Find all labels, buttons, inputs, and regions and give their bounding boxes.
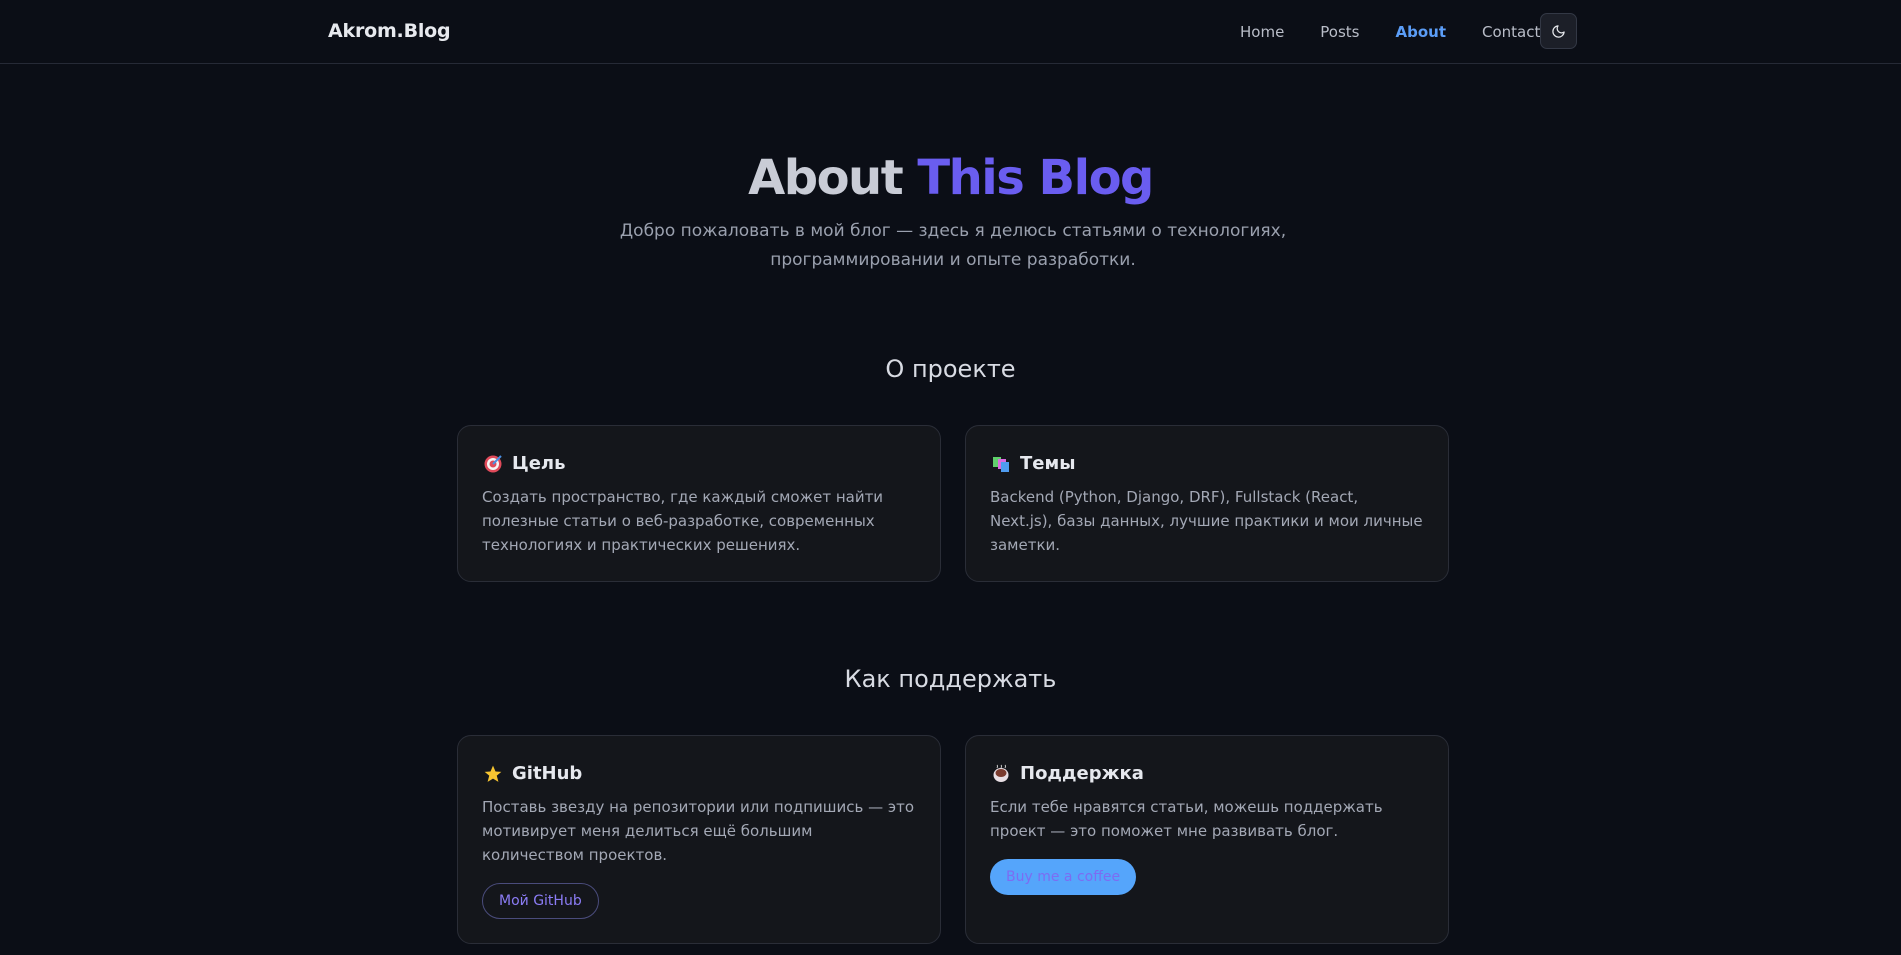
books-icon — [990, 453, 1011, 474]
title-part-this-blog: This Blog — [917, 150, 1154, 206]
coffee-icon — [990, 763, 1011, 784]
card-title: Поддержка — [1020, 763, 1144, 784]
theme-toggle-button[interactable] — [1540, 13, 1577, 49]
main-nav: Home Posts About Contact — [1240, 23, 1576, 41]
moon-icon — [1552, 24, 1565, 38]
card-text: Создать пространство, где каждый сможет … — [482, 488, 884, 554]
target-icon — [482, 453, 503, 474]
section-title-support: Как поддержать — [844, 665, 1057, 693]
card-title: Цель — [512, 453, 566, 474]
brand-logo[interactable]: Akrom.Blog — [328, 20, 451, 42]
page-title: About This Blog — [0, 150, 1901, 206]
buy-coffee-button[interactable]: Buy me a coffee — [990, 859, 1137, 895]
page-subtitle: Добро пожаловать в мой блог — здесь я де… — [619, 221, 1287, 270]
card-topics: Темы Backend (Python, Django, DRF), Full… — [965, 425, 1449, 582]
star-icon — [482, 763, 503, 784]
nav-home[interactable]: Home — [1240, 23, 1284, 41]
nav-about[interactable]: About — [1396, 23, 1447, 41]
card-github: GitHub Поставь звезду на репозитории или… — [457, 735, 941, 944]
nav-posts[interactable]: Posts — [1320, 23, 1359, 41]
card-title: GitHub — [512, 763, 583, 784]
title-part-about: About — [748, 150, 904, 206]
card-goal: Цель Создать пространство, где каждый см… — [457, 425, 941, 582]
section-title-about: О проекте — [885, 355, 1016, 383]
github-button[interactable]: Мой GitHub — [482, 883, 599, 919]
nav-contact[interactable]: Contact — [1482, 23, 1540, 41]
card-text: Backend (Python, Django, DRF), Fullstack… — [990, 488, 1423, 554]
top-navbar: Akrom.Blog Home Posts About Contact — [0, 0, 1901, 64]
card-title: Темы — [1020, 453, 1076, 474]
card-text: Поставь звезду на репозитории или подпиш… — [482, 798, 915, 864]
card-text: Если тебе нравятся статьи, можешь поддер… — [990, 798, 1383, 840]
card-support: Поддержка Если тебе нравятся статьи, мож… — [965, 735, 1449, 944]
